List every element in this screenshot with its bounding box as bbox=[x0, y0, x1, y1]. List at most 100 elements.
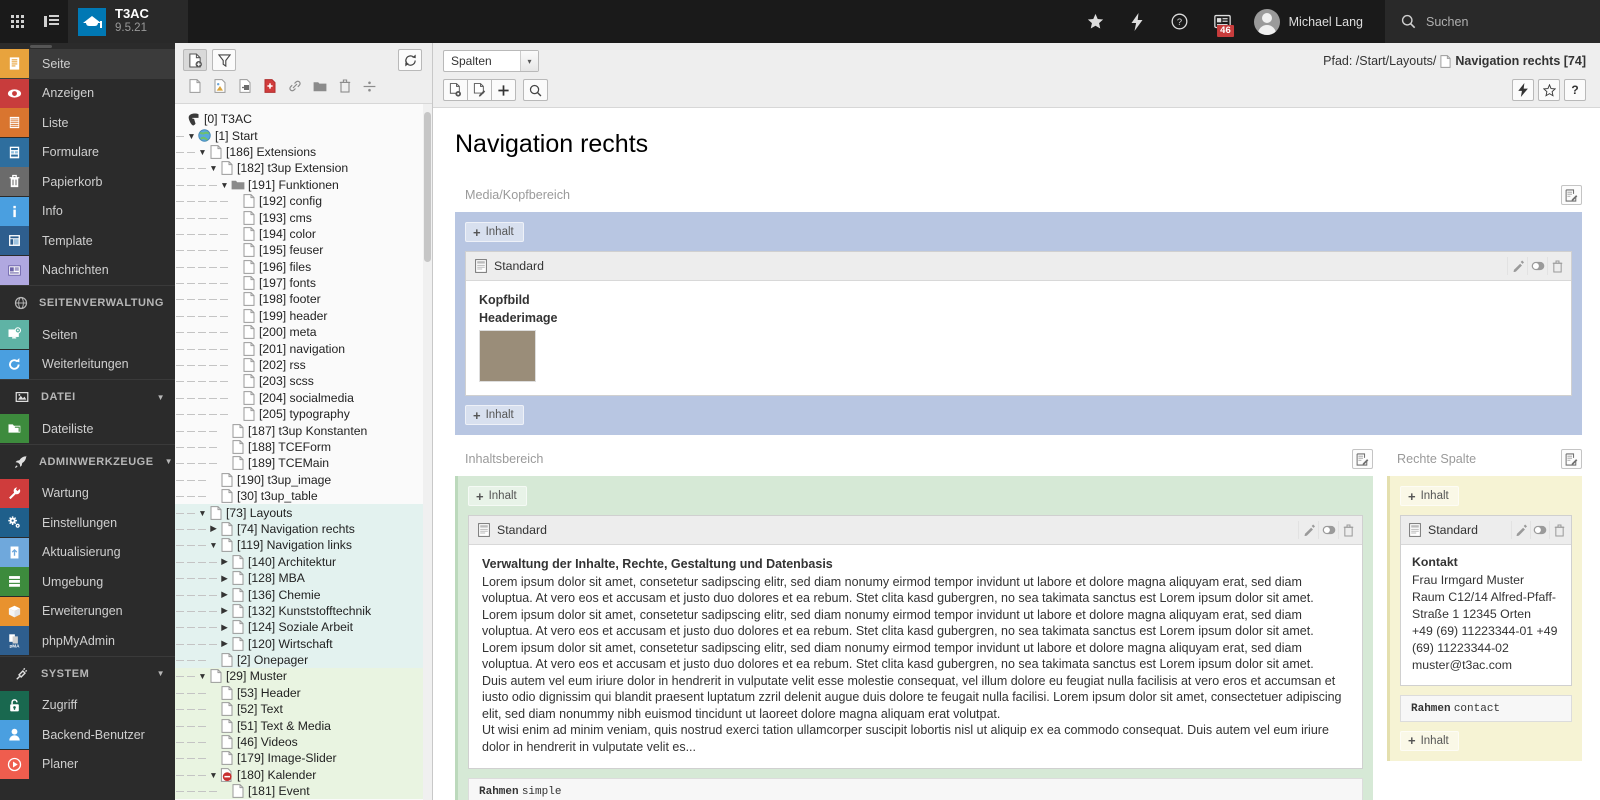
page-tree-node-124[interactable]: ▶ [124] Soziale Arbeit bbox=[175, 619, 432, 636]
sidebar-item-info[interactable]: Info bbox=[0, 196, 175, 227]
page-tree-node-202[interactable]: [202] rss bbox=[175, 357, 432, 373]
sidebar-item-seite[interactable]: Seite bbox=[0, 49, 175, 79]
drag-page-external-icon[interactable] bbox=[237, 78, 252, 94]
page-tree-node-186[interactable]: ▼ [186] Extensions bbox=[175, 144, 432, 160]
page-tree-node-201[interactable]: [201] navigation bbox=[175, 340, 432, 356]
user-menu[interactable]: Michael Lang bbox=[1244, 0, 1379, 43]
new-content-button-bottom[interactable]: + Inhalt bbox=[465, 405, 524, 425]
page-tree-node-192[interactable]: [192] config bbox=[175, 193, 432, 209]
page-tree-node-136[interactable]: ▶ [136] Chemie bbox=[175, 586, 432, 603]
sidebar-item-zugriff[interactable]: Zugriff bbox=[0, 690, 175, 721]
view-mode-select[interactable]: Spalten ▾ bbox=[443, 50, 539, 72]
tree-toggle-open-icon[interactable]: ▼ bbox=[186, 131, 197, 141]
tree-toggle-open-icon[interactable]: ▼ bbox=[197, 508, 208, 518]
page-tree-node-120[interactable]: ▶ [120] Wirtschaft bbox=[175, 635, 432, 652]
edit-page-properties-icon[interactable] bbox=[467, 79, 492, 101]
page-tree-node-199[interactable]: [199] header bbox=[175, 308, 432, 324]
content-element-kopfbild[interactable]: Standard Kopfbild Headerimage bbox=[465, 251, 1572, 396]
help-icon[interactable]: ? bbox=[1564, 79, 1586, 101]
tree-toggle-open-icon[interactable]: ▼ bbox=[208, 540, 219, 550]
delete-trash-icon[interactable] bbox=[1549, 521, 1568, 539]
page-tree-node-29[interactable]: ▼ [29] Muster bbox=[175, 668, 432, 685]
sidebar-item-papierkorb[interactable]: Papierkorb bbox=[0, 167, 175, 197]
sidebar-item-erweiterungen[interactable]: Erweiterungen bbox=[0, 596, 175, 627]
list-icon[interactable] bbox=[38, 9, 64, 35]
refresh-icon[interactable] bbox=[398, 49, 422, 71]
sidebar-item-template[interactable]: Template bbox=[0, 226, 175, 256]
page-tree-node-52[interactable]: [52] Text bbox=[175, 701, 432, 718]
new-content-button-top[interactable]: + Inhalt bbox=[468, 486, 527, 506]
page-tree-node-181[interactable]: [181] Event bbox=[175, 783, 432, 800]
toggle-visibility-icon[interactable] bbox=[1318, 521, 1338, 539]
page-tree-node-1[interactable]: ▼ [1] Start bbox=[175, 127, 432, 143]
module-group-system[interactable]: SYSTEM ▼ bbox=[0, 655, 175, 691]
page-tree-node-197[interactable]: [197] fonts bbox=[175, 275, 432, 291]
module-menu-toggle-icon[interactable] bbox=[4, 9, 30, 35]
page-tree-scrollbar[interactable] bbox=[423, 104, 432, 800]
page-tree-node-205[interactable]: [205] typography bbox=[175, 406, 432, 422]
drag-divider-icon[interactable] bbox=[362, 78, 377, 94]
page-tree-node-194[interactable]: [194] color bbox=[175, 226, 432, 242]
edit-pencil-icon[interactable] bbox=[1507, 257, 1527, 275]
sidebar-item-weiterleitungen[interactable]: Weiterleitungen bbox=[0, 349, 175, 380]
view-webpage-icon[interactable] bbox=[443, 79, 468, 101]
filter-icon[interactable] bbox=[212, 49, 236, 71]
page-tree-node-204[interactable]: [204] socialmedia bbox=[175, 390, 432, 406]
sidebar-item-einstellungen[interactable]: Einstellungen bbox=[0, 508, 175, 538]
drag-page-blank-icon[interactable] bbox=[187, 78, 202, 94]
toggle-visibility-icon[interactable] bbox=[1527, 257, 1547, 275]
bookmarks-star-icon[interactable] bbox=[1074, 0, 1117, 43]
new-content-button-top[interactable]: + Inhalt bbox=[465, 222, 524, 242]
page-tree-node-0[interactable]: [0] T3AC bbox=[175, 111, 432, 127]
sidebar-item-aktualisierung[interactable]: Aktualisierung bbox=[0, 537, 175, 568]
tree-toggle-closed-icon[interactable]: ▶ bbox=[219, 573, 230, 584]
page-tree-node-189[interactable]: [189] TCEMain bbox=[175, 455, 432, 471]
sidebar-item-liste[interactable]: Liste bbox=[0, 108, 175, 138]
page-tree-node-128[interactable]: ▶ [128] MBA bbox=[175, 569, 432, 587]
tree-toggle-closed-icon[interactable]: ▶ bbox=[219, 589, 230, 600]
tree-toggle-closed-icon[interactable]: ▶ bbox=[219, 622, 230, 633]
page-tree-node-46[interactable]: [46] Videos bbox=[175, 733, 432, 751]
column-edit-icon[interactable] bbox=[1352, 449, 1373, 469]
page-tree-node-191[interactable]: ▼ [191] Funktionen bbox=[175, 177, 432, 193]
page-tree-node-193[interactable]: [193] cms bbox=[175, 209, 432, 225]
edit-pencil-icon[interactable] bbox=[1511, 521, 1530, 539]
sidebar-item-nachrichten[interactable]: Nachrichten bbox=[0, 255, 175, 286]
sidebar-item-seiten[interactable]: Seiten bbox=[0, 320, 175, 350]
page-tree-node-132[interactable]: ▶ [132] Kunststofftechnik bbox=[175, 602, 432, 620]
tree-toggle-closed-icon[interactable]: ▶ bbox=[219, 556, 230, 567]
page-tree-node-190[interactable]: [190] t3up_image bbox=[175, 472, 432, 488]
module-group-admin[interactable]: ADMINWERKZEUGE ▼ bbox=[0, 443, 175, 479]
module-group-file[interactable]: DATEI ▼ bbox=[0, 379, 175, 414]
tree-toggle-open-icon[interactable]: ▼ bbox=[208, 163, 219, 173]
sidebar-item-umgebung[interactable]: Umgebung bbox=[0, 567, 175, 597]
delete-trash-icon[interactable] bbox=[1547, 257, 1567, 275]
sidebar-item-backend-benutzer[interactable]: Backend-Benutzer bbox=[0, 720, 175, 750]
bookmark-star-icon[interactable] bbox=[1538, 79, 1560, 101]
sidebar-item-dateiliste[interactable]: Dateiliste bbox=[0, 414, 175, 444]
systeminformation-icon[interactable]: 46 bbox=[1201, 0, 1244, 43]
drag-trash-icon[interactable] bbox=[337, 78, 352, 94]
page-tree-node-180[interactable]: ▼ [180] Kalender bbox=[175, 766, 432, 784]
column-edit-icon[interactable] bbox=[1561, 449, 1582, 469]
page-tree-node-198[interactable]: [198] footer bbox=[175, 291, 432, 307]
sidebar-item-phpmyadmin[interactable]: pMA phpMyAdmin bbox=[0, 626, 175, 656]
page-tree-node-119[interactable]: ▼ [119] Navigation links bbox=[175, 537, 432, 554]
brand-logo-block[interactable]: T3AC 9.5.21 bbox=[68, 0, 188, 43]
tree-toggle-closed-icon[interactable]: ▶ bbox=[208, 523, 219, 534]
drag-link-icon[interactable] bbox=[287, 78, 302, 94]
new-page-icon[interactable] bbox=[183, 49, 207, 71]
sidebar-item-wartung[interactable]: Wartung bbox=[0, 478, 175, 509]
new-content-button-top[interactable]: + Inhalt bbox=[1400, 486, 1459, 506]
clear-cache-flash-icon[interactable] bbox=[1117, 0, 1158, 43]
page-tree-node-187[interactable]: [187] t3up Konstanten bbox=[175, 422, 432, 438]
drag-page-shortcut-icon[interactable] bbox=[212, 78, 227, 94]
page-tree-node-182[interactable]: ▼ [182] t3up Extension bbox=[175, 160, 432, 176]
page-tree-node-51[interactable]: [51] Text & Media bbox=[175, 717, 432, 734]
page-tree-node-203[interactable]: [203] scss bbox=[175, 373, 432, 389]
help-question-icon[interactable]: ? bbox=[1158, 0, 1201, 43]
content-thumbnail-image[interactable] bbox=[479, 330, 536, 382]
page-tree-node-195[interactable]: [195] feuser bbox=[175, 242, 432, 258]
page-tree-node-53[interactable]: [53] Header bbox=[175, 684, 432, 702]
module-group-site[interactable]: SEITENVERWALTUNG▼ bbox=[0, 285, 175, 320]
